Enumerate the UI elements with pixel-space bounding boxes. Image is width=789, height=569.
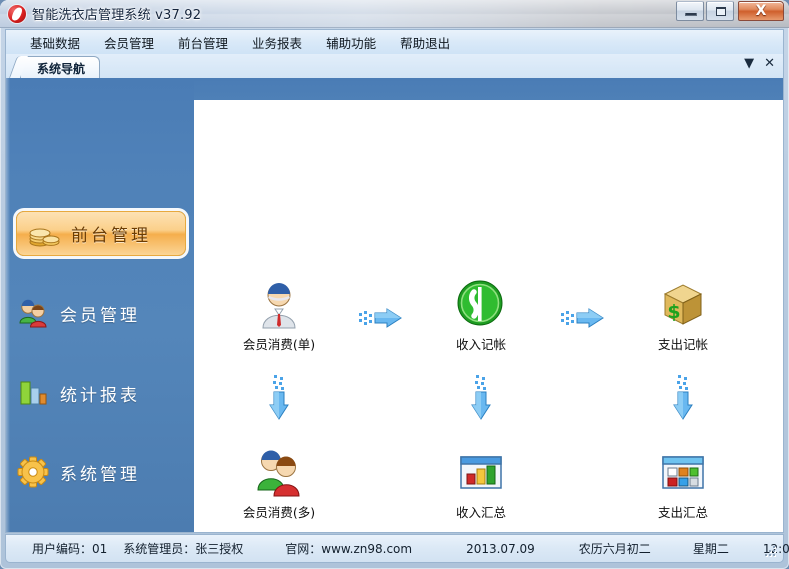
sidebar: 前台管理 会员管理 统计报表 系统管理: [6, 78, 194, 532]
menu-bar: 基础数据 会员管理 前台管理 业务报表 辅助功能 帮助退出: [5, 29, 784, 54]
gear-icon: [16, 455, 50, 489]
sidebar-item-label: 会员管理: [60, 305, 140, 326]
green-dollar-coin-icon: [455, 278, 507, 330]
status-user-code: 用户编码：01: [32, 542, 108, 556]
maximize-icon: [716, 7, 726, 16]
tab-system-navigation[interactable]: 系统导航: [20, 56, 101, 78]
sidebar-item-front-desk[interactable]: 前台管理: [16, 211, 186, 256]
application-window: 智能洗衣店管理系统 v37.92 X 基础数据 会员管理 前台管理 业务报表 辅…: [0, 0, 789, 569]
shortcut-label: 支出记帐: [657, 337, 708, 352]
menu-item-member-mgmt[interactable]: 会员管理: [92, 30, 166, 55]
status-lunar-date: 农历六月初二: [578, 542, 651, 556]
close-button[interactable]: X: [738, 1, 784, 21]
sidebar-item-label: 统计报表: [60, 385, 140, 406]
resize-grip-icon[interactable]: [765, 546, 777, 558]
shortcut-member-consume-multi[interactable]: 会员消费(多): [219, 446, 339, 521]
shortcut-income-summary[interactable]: 收入汇总: [421, 446, 541, 521]
status-website: 官网：www.zn98.com: [285, 542, 413, 556]
shortcut-expense-summary[interactable]: 支出汇总: [623, 446, 743, 521]
bar-chart-icon: [16, 376, 50, 410]
arrow-down-income-record-to-summary: [470, 375, 492, 421]
grid-report-window-icon: [657, 446, 709, 498]
tab-strip-tools: ▼ ✕: [744, 57, 775, 71]
sidebar-item-statistics-report[interactable]: 统计报表: [16, 371, 186, 415]
svg-text:$: $: [667, 301, 680, 323]
status-bar: 用户编码：01 系统管理员：张三授权 官网：www.zn98.com 2013.…: [5, 534, 789, 563]
title-bar: 智能洗衣店管理系统 v37.92 X: [0, 0, 789, 28]
status-date: 2013.07.09: [466, 541, 535, 556]
menu-item-basic-data[interactable]: 基础数据: [18, 30, 92, 55]
shortcut-label: 收入汇总: [455, 505, 506, 520]
tab-strip: 系统导航 ▼ ✕: [5, 54, 784, 78]
shortcut-label: 会员消费(多): [242, 505, 316, 520]
minimize-button[interactable]: [676, 1, 704, 21]
menu-item-front-desk-mgmt[interactable]: 前台管理: [166, 30, 240, 55]
shortcut-income-record[interactable]: 收入记帐: [421, 278, 541, 353]
arrow-down-expense-record-to-summary: [672, 375, 694, 421]
menu-item-help-exit[interactable]: 帮助退出: [388, 30, 462, 55]
users-icon: [16, 296, 50, 330]
sidebar-item-system-mgmt[interactable]: 系统管理: [16, 450, 186, 494]
shortcut-label: 支出汇总: [657, 505, 708, 520]
maximize-button[interactable]: [706, 1, 734, 21]
close-tab-icon[interactable]: ✕: [764, 57, 775, 71]
arrow-right-member-to-income: [359, 307, 403, 329]
menu-item-aux-functions[interactable]: 辅助功能: [314, 30, 388, 55]
sidebar-item-label: 前台管理: [71, 226, 151, 246]
minimize-icon: [685, 13, 697, 16]
shortcut-member-consume-single[interactable]: 会员消费(单): [219, 278, 339, 353]
arrow-down-member-single-to-multi: [268, 375, 290, 421]
single-member-icon: [253, 278, 305, 330]
shortcut-expense-record[interactable]: $ 支出记帐: [623, 278, 743, 353]
multi-member-icon: [253, 446, 305, 498]
app-logo-icon: [8, 5, 26, 23]
menu-item-business-report[interactable]: 业务报表: [240, 30, 314, 55]
nav-top-strip: [194, 78, 783, 100]
money-box-icon: $: [657, 278, 709, 330]
close-icon: X: [755, 3, 767, 19]
bar-report-window-icon: [455, 446, 507, 498]
shortcut-label: 收入记帐: [455, 337, 506, 352]
sidebar-item-member-mgmt[interactable]: 会员管理: [16, 291, 186, 335]
window-title: 智能洗衣店管理系统 v37.92: [32, 8, 202, 23]
chevron-down-icon[interactable]: ▼: [744, 57, 754, 71]
arrow-right-income-to-expense: [561, 307, 605, 329]
coins-icon: [27, 217, 61, 251]
shortcut-label: 会员消费(单): [242, 337, 316, 352]
status-administrator: 系统管理员：张三授权: [123, 542, 244, 556]
status-weekday: 星期二: [692, 542, 729, 556]
client-area: 前台管理 会员管理 统计报表 系统管理 会员消费(单) 收入记帐 $ 支出记帐 …: [5, 78, 784, 533]
sidebar-item-label: 系统管理: [60, 464, 140, 485]
